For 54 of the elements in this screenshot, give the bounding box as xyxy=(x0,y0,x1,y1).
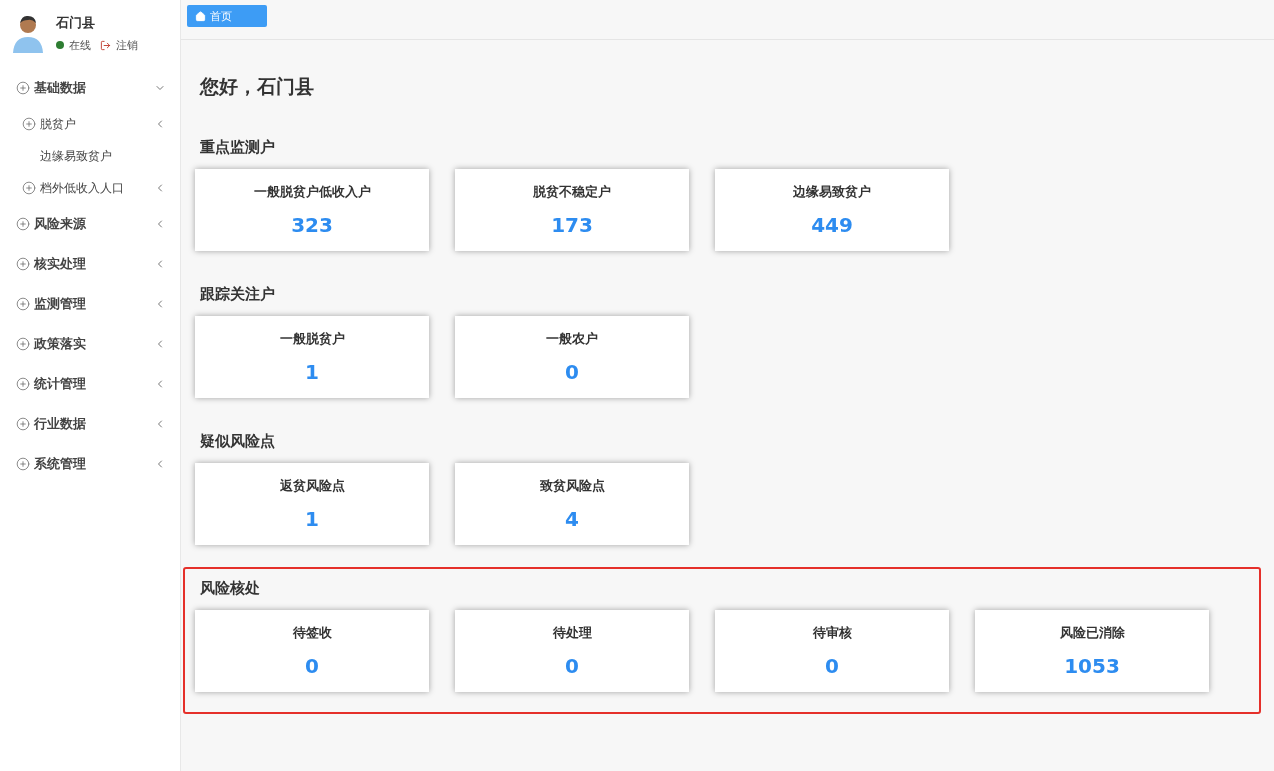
section-title: 疑似风险点 xyxy=(200,432,276,451)
card-label: 一般脱贫户低收入户 xyxy=(253,183,371,201)
card-label: 一般农户 xyxy=(546,330,598,348)
card-label: 返贫风险点 xyxy=(279,477,345,495)
plus-icon xyxy=(16,457,30,471)
sidebar-item[interactable]: 统计管理 xyxy=(0,364,180,404)
plus-icon xyxy=(22,117,36,131)
logout-link[interactable]: 注销 xyxy=(116,37,138,53)
sidebar-item[interactable]: 政策落实 xyxy=(0,324,180,364)
sidebar-item[interactable]: 风险来源 xyxy=(0,204,180,244)
plus-icon xyxy=(16,257,30,271)
status-text: 在线 xyxy=(69,37,91,53)
card-value: 1 xyxy=(305,360,319,384)
plus-icon xyxy=(16,417,30,431)
avatar-icon xyxy=(12,13,44,53)
card-label: 待处理 xyxy=(552,624,592,642)
section-title: 重点监测户 xyxy=(200,138,276,157)
card-label: 边缘易致贫户 xyxy=(793,183,871,201)
plus-icon xyxy=(16,297,30,311)
sidebar-item[interactable]: 脱贫户 xyxy=(0,108,180,140)
plus-icon xyxy=(16,81,30,95)
sidebar-item[interactable]: 边缘易致贫户 xyxy=(0,140,180,172)
card-label: 风险已消除 xyxy=(1059,624,1125,642)
sidebar-item[interactable]: 档外低收入人口 xyxy=(0,172,180,204)
card-value: 449 xyxy=(811,213,853,237)
sidebar-item[interactable]: 基础数据 xyxy=(0,68,180,108)
card-value: 323 xyxy=(291,213,333,237)
card-label: 待签收 xyxy=(292,624,332,642)
user-name: 石门县 xyxy=(56,13,96,32)
sidebar-item[interactable]: 系统管理 xyxy=(0,444,180,484)
card-value: 0 xyxy=(565,360,579,384)
card-label: 一般脱贫户 xyxy=(279,330,345,348)
plus-icon xyxy=(16,377,30,391)
card-label: 脱贫不稳定户 xyxy=(533,183,611,201)
card-value: 0 xyxy=(825,654,839,678)
plus-icon xyxy=(16,217,30,231)
section-title: 风险核处 xyxy=(200,579,261,598)
card-label: 致贫风险点 xyxy=(539,477,605,495)
sidebar-item[interactable]: 监测管理 xyxy=(0,284,180,324)
sidebar-item[interactable]: 核实处理 xyxy=(0,244,180,284)
sidebar-item[interactable]: 行业数据 xyxy=(0,404,180,444)
section-title: 跟踪关注户 xyxy=(200,285,276,304)
card-value: 0 xyxy=(305,654,319,678)
plus-icon xyxy=(22,181,36,195)
home-icon xyxy=(195,10,206,22)
card-label: 待审核 xyxy=(812,624,852,642)
card-value: 1053 xyxy=(1064,654,1120,678)
card-value: 4 xyxy=(565,507,579,531)
greeting: 您好，石门县 xyxy=(200,74,315,99)
card-value: 1 xyxy=(305,507,319,531)
card-value: 0 xyxy=(565,654,579,678)
plus-icon xyxy=(16,337,30,351)
logout-icon xyxy=(100,39,111,51)
card-value: 173 xyxy=(551,213,593,237)
